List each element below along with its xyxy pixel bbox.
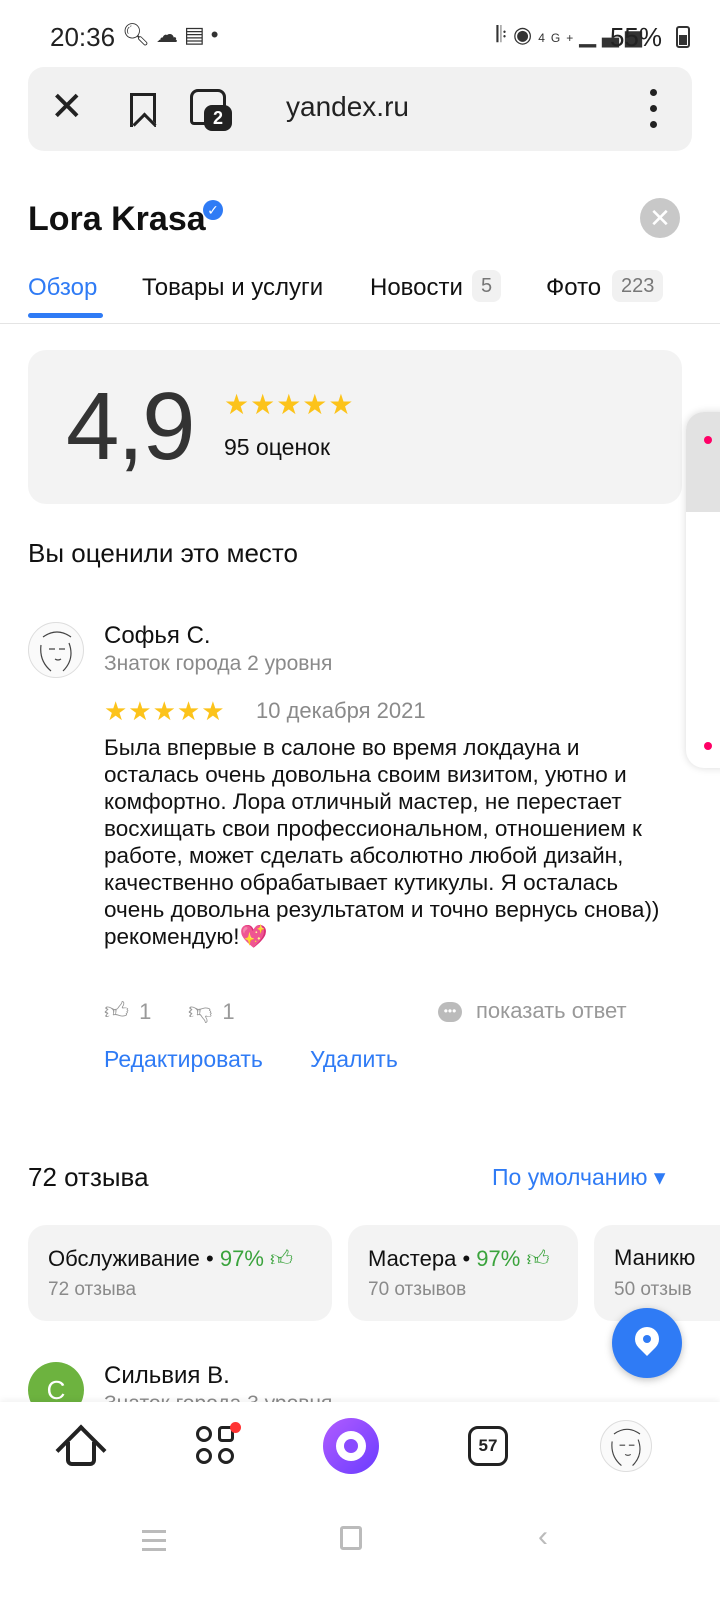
avatar[interactable]	[28, 622, 84, 678]
calendar-icon: ▤	[183, 22, 211, 47]
rated-section-title: Вы оценили это место	[28, 538, 298, 568]
like-count: 1	[139, 999, 152, 1024]
bookmark-icon[interactable]	[130, 93, 156, 127]
mute-icon: 𝄆	[496, 22, 514, 47]
delete-review-link[interactable]: Удалить	[310, 1046, 398, 1073]
side-panel-handle[interactable]	[686, 412, 720, 768]
tabs-count[interactable]: 2	[204, 105, 232, 131]
aspect-count: 72 отзыва	[48, 1279, 137, 1300]
reviewer-level: Знаток города 2 уровня	[104, 652, 333, 675]
system-nav-bar: ‹	[0, 1498, 720, 1600]
review-text: Была впервые в салоне во время локдауна …	[104, 735, 660, 949]
url-text[interactable]: yandex.ru	[286, 91, 409, 123]
thumb-up-icon: 👍︎	[526, 1246, 550, 1271]
review-date: 10 декабря 2021	[256, 698, 426, 723]
aspect-title: Мастера • 97% 👍︎	[368, 1246, 550, 1271]
dot-icon: •	[210, 22, 225, 47]
tab-photo-badge: 223	[612, 270, 664, 302]
aspect-count: 50 отзыв	[614, 1279, 692, 1300]
cloud-icon: ☁	[155, 22, 184, 47]
aspect-card[interactable]: Мастера • 97% 👍︎ 70 отзывов	[348, 1225, 578, 1321]
services-icon[interactable]	[196, 1422, 241, 1466]
reviewer-name[interactable]: Софья С.	[104, 622, 211, 650]
tab-overview[interactable]: Обзор	[28, 274, 97, 302]
tab-news-badge: 5	[472, 270, 502, 302]
reviews-count: 72 отзыва	[28, 1162, 149, 1192]
show-answer-label: показать ответ	[476, 998, 627, 1023]
tabs-count-icon[interactable]: 57	[468, 1426, 508, 1466]
like-button[interactable]: 👍︎ 1	[104, 998, 151, 1026]
search-icon: 🔍︎	[122, 22, 156, 47]
reviewer-name[interactable]: Сильвия В.	[104, 1362, 230, 1390]
4g-icon: 4G+	[538, 31, 580, 45]
show-answer-button[interactable]: ••• показать ответ	[438, 998, 627, 1024]
active-tab-indicator	[28, 313, 103, 318]
status-time: 20:36	[50, 22, 116, 52]
battery-icon	[676, 26, 690, 48]
aspect-percent: 97%	[219, 1246, 264, 1271]
thumb-up-icon: 👍︎	[270, 1246, 294, 1271]
business-tabs: Обзор Товары и услуги Новости 5 Фото 223	[0, 262, 720, 324]
back-icon[interactable]: ‹	[538, 1520, 548, 1554]
browser-url-bar: ✕ 2 yandex.ru	[28, 67, 692, 151]
profile-avatar[interactable]	[600, 1420, 652, 1472]
review-stars: ★★★★★	[104, 696, 226, 726]
verified-icon: ✓	[203, 200, 223, 220]
rating-value: 4,9	[66, 373, 195, 480]
recent-apps-icon[interactable]	[142, 1530, 166, 1552]
thumb-down-icon: 👎︎	[188, 998, 213, 1025]
aspect-card[interactable]: Обслуживание • 97% 👍︎ 72 отзыва	[28, 1225, 332, 1321]
business-name: Lora Krasa	[28, 200, 206, 238]
close-card-button[interactable]: ✕	[640, 198, 680, 238]
aspect-percent: 97%	[476, 1246, 521, 1271]
aspect-title: Маникю	[614, 1245, 696, 1270]
thumb-up-icon: 👍︎	[104, 998, 130, 1025]
tab-goods-services[interactable]: Товары и услуги	[142, 274, 323, 302]
more-menu-icon[interactable]	[650, 89, 658, 137]
comment-icon: •••	[438, 1002, 462, 1023]
dislike-button[interactable]: 👎︎ 1	[188, 998, 235, 1026]
aspect-card[interactable]: Маникю 50 отзыв	[594, 1225, 720, 1321]
battery-percent: 55%	[609, 22, 662, 52]
notification-dot	[230, 1422, 241, 1433]
close-icon[interactable]: ✕	[50, 85, 84, 129]
rating-count: 95 оценок	[224, 434, 331, 460]
dislike-count: 1	[222, 999, 235, 1024]
alice-assistant-icon[interactable]	[323, 1418, 379, 1474]
rating-stars: ★★★★★	[224, 389, 355, 420]
sort-dropdown[interactable]: По умолчанию ▾	[492, 1164, 665, 1191]
map-pin-button[interactable]	[612, 1308, 682, 1378]
home-icon[interactable]	[55, 1424, 107, 1476]
bottom-nav: 57	[0, 1402, 720, 1498]
location-icon: ◉	[513, 22, 539, 47]
tab-news[interactable]: Новости	[370, 274, 463, 302]
aspect-count: 70 отзывов	[368, 1279, 467, 1300]
edit-review-link[interactable]: Редактировать	[104, 1046, 263, 1073]
system-home-icon[interactable]	[340, 1526, 362, 1550]
tab-photo[interactable]: Фото	[546, 274, 601, 302]
status-bar: 20:36 🔍︎☁▤• 𝄆◉4G+▁▃▅ 55%	[0, 0, 720, 70]
rating-card[interactable]: 4,9 ★★★★★ 95 оценок	[28, 350, 682, 504]
status-left-icons: 🔍︎☁▤•	[122, 22, 224, 48]
aspect-title: Обслуживание • 97% 👍︎	[48, 1246, 294, 1271]
